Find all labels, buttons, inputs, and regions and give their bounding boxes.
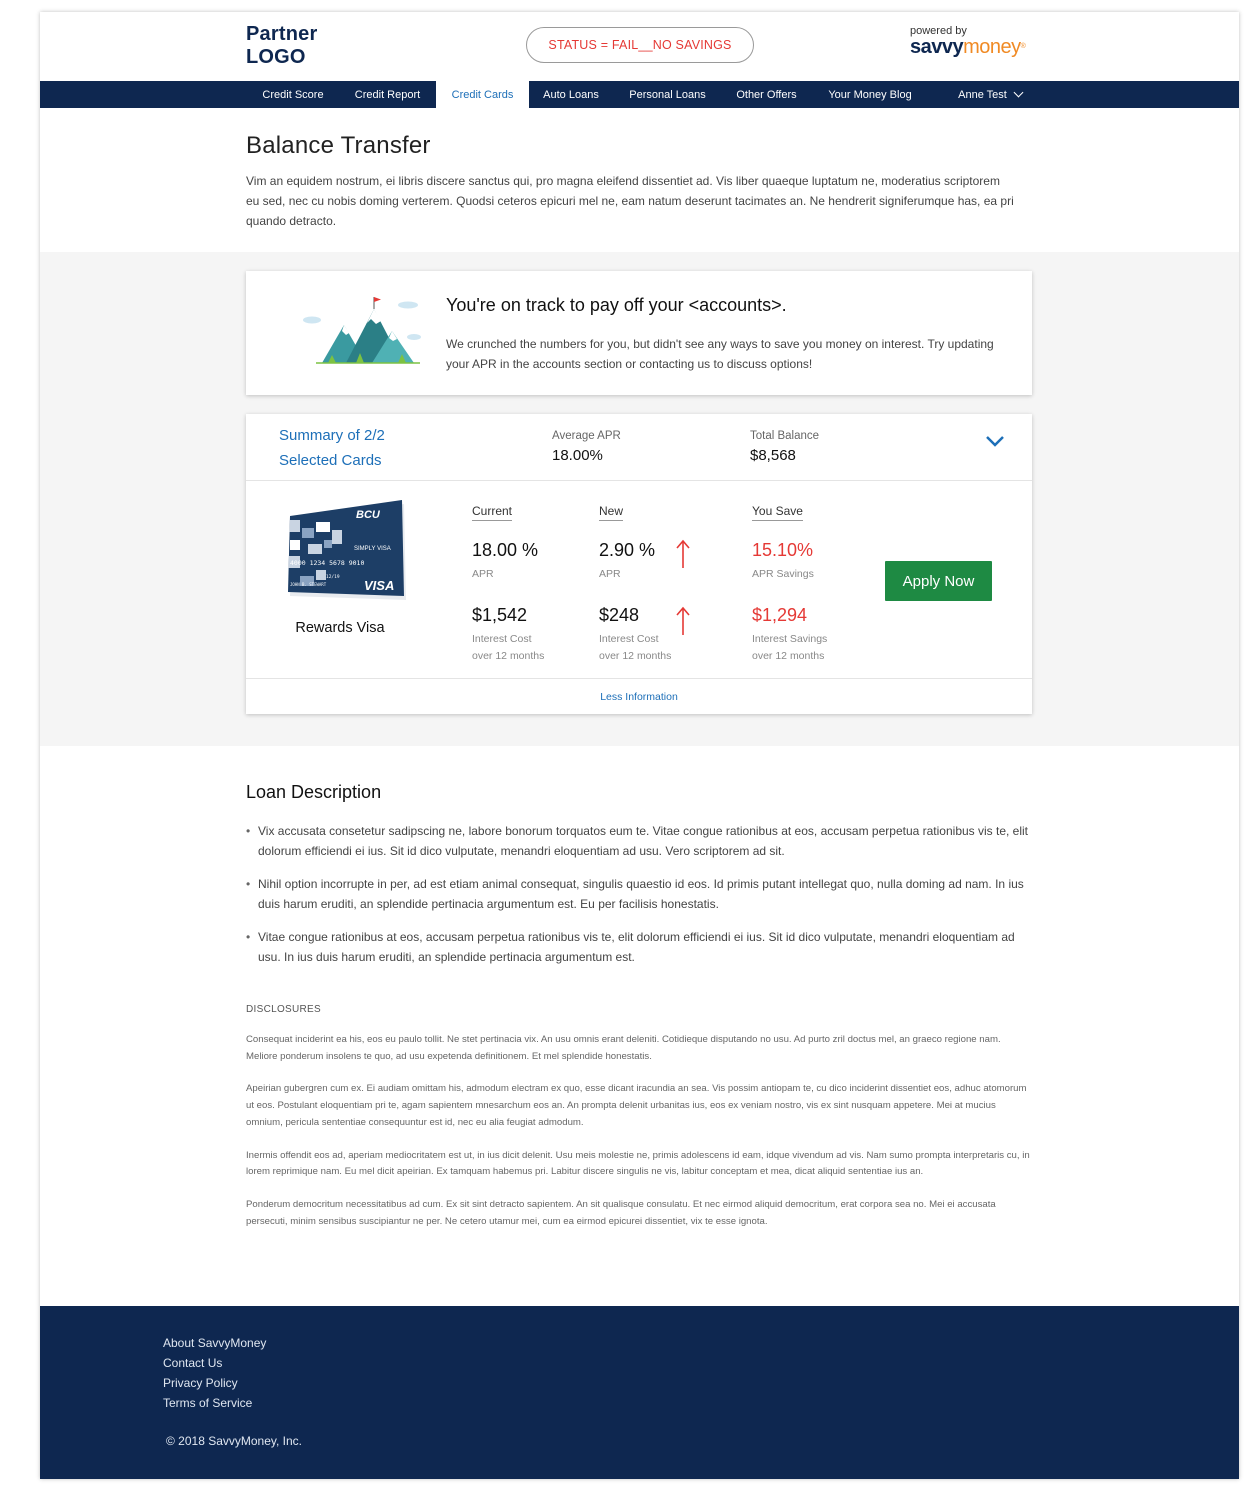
status-card-title: You're on track to pay off your <account… [446, 295, 787, 315]
brand-part-1: savvy [910, 36, 964, 58]
credit-card-image: BCU SIMPLY VISA 4000 1234 5678 9010 12/1… [286, 500, 426, 609]
new-cost-label-2: over 12 months [599, 650, 672, 662]
brand-part-2: money [963, 36, 1021, 58]
new-apr-label: APR [599, 568, 621, 580]
savings-cost-label: Interest Savings over 12 months [752, 631, 827, 665]
nav-item-credit-score[interactable]: Credit Score [247, 81, 339, 108]
partner-logo[interactable]: Partner LOGO [246, 23, 317, 69]
credit-card-icon: BCU SIMPLY VISA 4000 1234 5678 9010 12/1… [288, 500, 406, 600]
mountain-illustration-icon [303, 297, 421, 364]
logo-line-1: Partner [246, 23, 318, 45]
savings-cost-label-1: Interest Savings [752, 633, 828, 645]
page-title: Balance Transfer [246, 132, 431, 159]
card-network-text: VISA [364, 578, 394, 593]
footer-link-terms[interactable]: Terms of Service [163, 1393, 266, 1413]
disclosure-paragraph: Apeirian gubergren cum ex. Ei audiam omi… [246, 1083, 1027, 1128]
current-column: Current 18.00 % APR $1,542 Interest Cost… [472, 502, 544, 665]
footer-link-about[interactable]: About SavvyMoney [163, 1333, 266, 1353]
card-name: Rewards Visa [295, 620, 385, 636]
user-name: Anne Test [958, 88, 1007, 101]
user-menu[interactable]: Anne Test [944, 81, 1036, 108]
arrow-up-icon [676, 539, 690, 568]
savvymoney-brand: savvymoney® [910, 37, 1030, 57]
card-bank-text: BCU [356, 509, 381, 521]
savings-header: You Save [752, 504, 803, 521]
current-header: Current [472, 504, 513, 521]
arrow-up-icon [676, 606, 690, 635]
status-card-message: We crunched the numbers for you, but did… [446, 337, 994, 371]
status-badge: STATUS = FAIL__NO SAVINGS [526, 27, 754, 63]
loan-bullet: Vitae congue rationibus at eos, accusam … [246, 927, 1036, 967]
nav-item-personal-loans[interactable]: Personal Loans [613, 81, 722, 108]
disclosure-paragraph: Inermis offendit eos ad, aperiam mediocr… [246, 1149, 1030, 1178]
nav-item-your-money-blog[interactable]: Your Money Blog [811, 81, 929, 108]
total-balance-label: Total Balance [750, 430, 820, 442]
footer: About SavvyMoney Contact Us Privacy Poli… [40, 1306, 1239, 1479]
less-information-link[interactable]: Less Information [246, 678, 1032, 714]
loan-description: Loan Description Vix accusata consetetur… [246, 782, 1036, 980]
average-apr: Average APR 18.00% [552, 430, 621, 464]
savings-column: You Save 15.10% APR Savings $1,294 Inter… [752, 502, 827, 665]
total-balance: Total Balance $8,568 [750, 430, 819, 464]
current-cost-label-1: Interest Cost [472, 633, 532, 645]
disclosure-paragraph: Consequat inciderint ea his, eos eu paul… [246, 1034, 1001, 1062]
current-cost-label: Interest Cost over 12 months [472, 631, 544, 665]
loan-bullet: Nihil option incorrupte in per, ad est e… [246, 874, 1036, 914]
nav-item-auto-loans[interactable]: Auto Loans [529, 81, 613, 108]
new-cost-label-1: Interest Cost [599, 633, 659, 645]
footer-copyright: © 2018 SavvyMoney, Inc. [166, 1434, 303, 1448]
savings-apr: 15.10% [752, 540, 814, 560]
footer-link-privacy[interactable]: Privacy Policy [163, 1373, 266, 1393]
page: Partner LOGO STATUS = FAIL__NO SAVINGS p… [40, 12, 1239, 1479]
current-cost: $1,542 [472, 605, 528, 625]
savings-apr-label: APR Savings [752, 568, 814, 580]
summary-title: Summary of 2/2 Selected Cards [279, 423, 429, 473]
nav-item-credit-report[interactable]: Credit Report [339, 81, 436, 108]
average-apr-value: 18.00% [552, 447, 603, 464]
chevron-down-icon[interactable] [986, 432, 1004, 450]
savings-cost-label-2: over 12 months [752, 650, 825, 662]
card-holder-text: JOHN B. STEWART [290, 582, 327, 587]
current-apr-label: APR [472, 568, 494, 580]
powered-by-logo: powered by savvymoney® [910, 25, 1030, 57]
card-type-text: SIMPLY VISA [354, 546, 391, 552]
footer-links: About SavvyMoney Contact Us Privacy Poli… [163, 1333, 266, 1413]
card-number-text: 4000 1234 5678 9010 [290, 559, 364, 567]
summary-header[interactable]: Summary of 2/2 Selected Cards Average AP… [246, 414, 1032, 481]
current-cost-label-2: over 12 months [472, 650, 545, 662]
disclosures-title: DISCLOSURES [246, 1004, 321, 1015]
new-cost-label: Interest Cost over 12 months [599, 631, 671, 665]
disclosures: DISCLOSURES Consequat inciderint ea his,… [246, 1004, 1030, 1230]
logo-line-2: LOGO [246, 46, 306, 68]
new-apr: 2.90 % [599, 540, 656, 560]
card-expiry-text: 12/19 [326, 574, 340, 580]
savings-cost: $1,294 [752, 605, 808, 625]
new-header: New [599, 504, 624, 521]
nav-item-credit-cards[interactable]: Credit Cards [436, 81, 529, 108]
chevron-down-icon [1013, 87, 1024, 98]
loan-bullet-list: Vix accusata consetetur sadipscing ne, l… [246, 821, 1036, 967]
disclosure-paragraph: Ponderum democritum necessitatibus ad cu… [246, 1198, 996, 1227]
summary-title-line-2: Selected Cards [279, 452, 382, 469]
apply-now-button[interactable]: Apply Now [885, 561, 992, 601]
main-nav: Credit Score Credit Report Credit Cards … [40, 81, 1239, 108]
total-balance-value: $8,568 [750, 447, 796, 464]
top-header: Partner LOGO STATUS = FAIL__NO SAVINGS p… [40, 12, 1239, 81]
brand-registered: ® [1020, 43, 1026, 50]
page-description: Vim an equidem nostrum, ei libris discer… [246, 174, 1014, 228]
summary-title-line-1: Summary of 2/2 [279, 427, 385, 444]
loan-description-title: Loan Description [246, 782, 382, 802]
current-apr: 18.00 % [472, 540, 539, 560]
summary-card: Summary of 2/2 Selected Cards Average AP… [246, 414, 1032, 714]
new-cost: $248 [599, 605, 640, 625]
loan-bullet: Vix accusata consetetur sadipscing ne, l… [246, 821, 1036, 861]
hero-section: Balance Transfer Vim an equidem nostrum,… [40, 108, 1239, 252]
average-apr-label: Average APR [552, 430, 621, 442]
status-card: You're on track to pay off your <account… [246, 271, 1032, 395]
footer-link-contact[interactable]: Contact Us [163, 1353, 266, 1373]
nav-item-other-offers[interactable]: Other Offers [722, 81, 811, 108]
new-column: New 2.90 % APR $248 Interest Cost over 12… [599, 502, 671, 665]
